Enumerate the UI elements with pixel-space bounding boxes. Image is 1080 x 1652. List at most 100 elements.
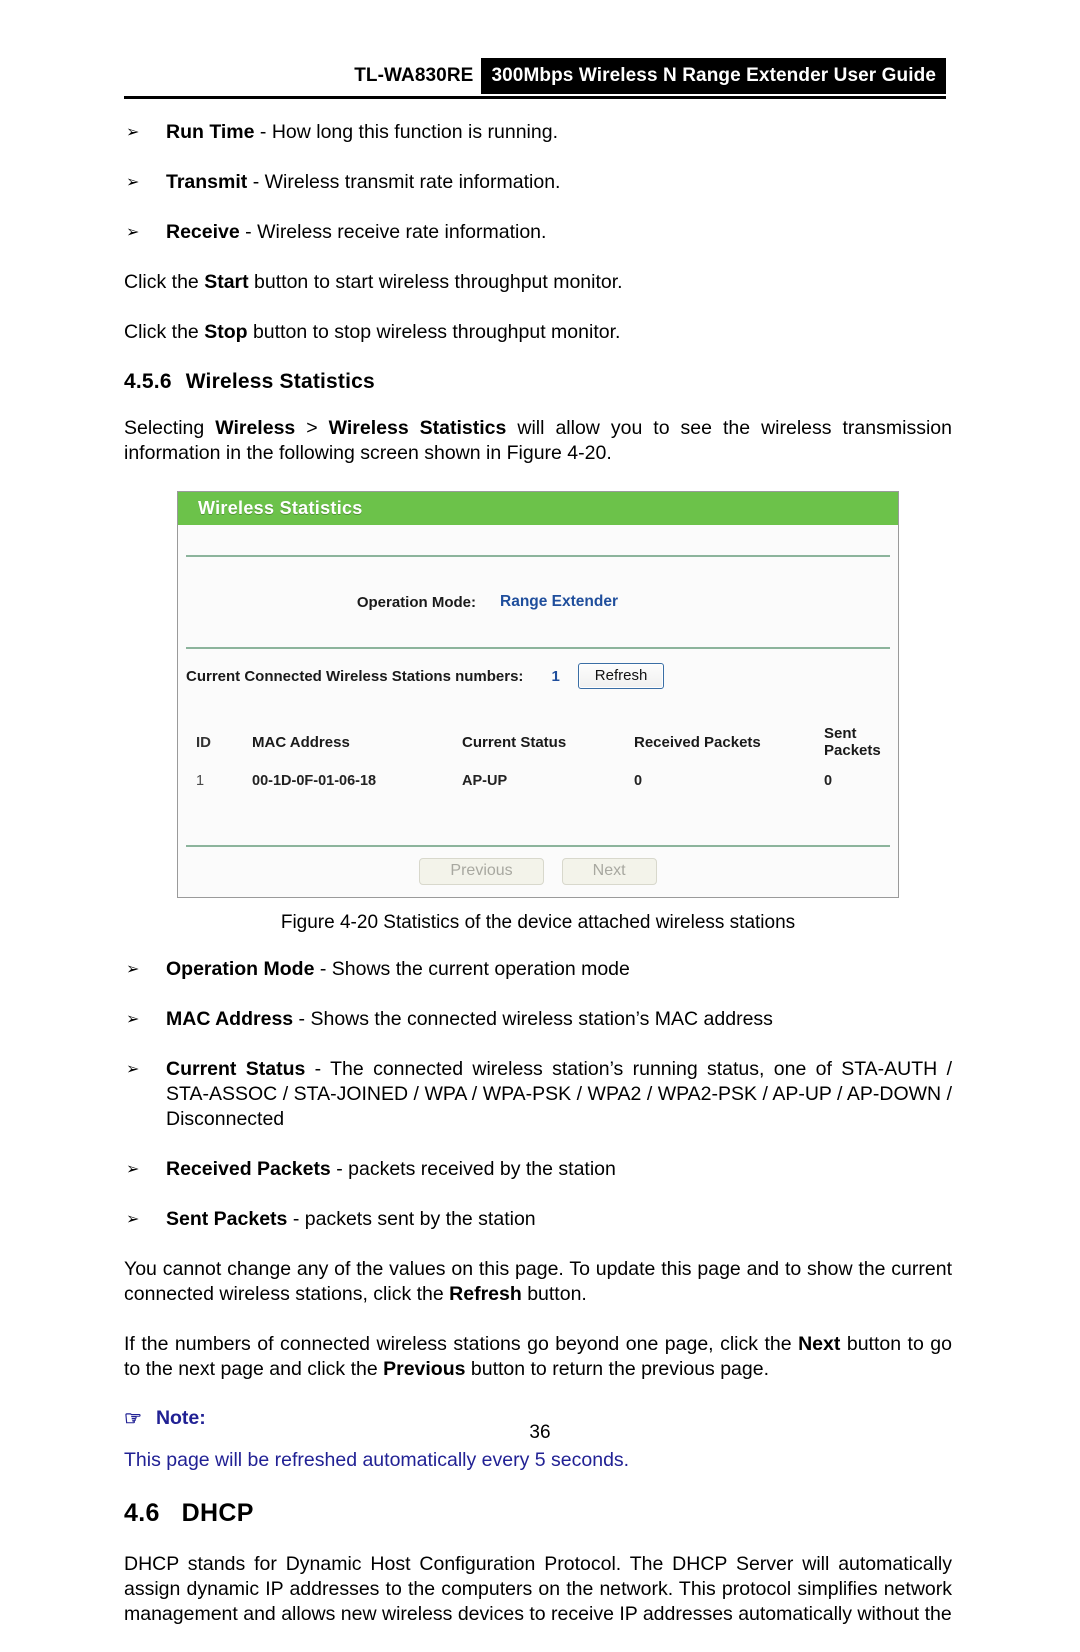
- list-item-term: Run Time: [166, 121, 255, 143]
- connected-stations-count: 1: [551, 667, 560, 685]
- operation-mode-row: Operation Mode: Range Extender: [178, 557, 898, 647]
- column-header-received-packets: Received Packets: [634, 733, 761, 751]
- menu-wireless: Wireless: [215, 417, 296, 439]
- list-item: ➢ Receive - Wireless receive rate inform…: [124, 220, 952, 245]
- text: Selecting: [124, 417, 216, 439]
- list-item-term: Current Status: [166, 1058, 306, 1080]
- column-header-sent-packets: Sent Packets: [824, 725, 881, 759]
- panel-spacer-row: [178, 525, 898, 555]
- list-item-desc: Wireless receive rate information.: [257, 221, 547, 243]
- text: Click the: [124, 321, 205, 343]
- column-header-mac-address: MAC Address: [252, 733, 350, 751]
- bullet-marker-icon: ➢: [126, 124, 140, 141]
- list-item-sep: -: [287, 1208, 305, 1230]
- refresh-instruction-paragraph: You cannot change any of the values on t…: [124, 1257, 952, 1307]
- text: button to return the previous page.: [465, 1358, 770, 1380]
- cell-sent-packets: 0: [824, 773, 833, 789]
- list-item: ➢ Received Packets - packets received by…: [124, 1157, 952, 1182]
- list-item: ➢ Current Status - The connected wireles…: [124, 1057, 952, 1132]
- text: Click the: [124, 271, 205, 293]
- wireless-stations-table: ID MAC Address Current Status Received P…: [178, 721, 898, 845]
- next-button[interactable]: Next: [561, 858, 657, 885]
- header-model-name: TL-WA830RE: [354, 65, 474, 86]
- document-header: TL-WA830RE 300Mbps Wireless N Range Exte…: [124, 58, 946, 94]
- dhcp-paragraph: DHCP stands for Dynamic Host Configurati…: [124, 1553, 952, 1625]
- bullet-marker-icon: ➢: [126, 1161, 140, 1178]
- pagination-footer: Previous Next: [178, 847, 898, 897]
- connected-stations-row: Current Connected Wireless Stations numb…: [178, 649, 898, 699]
- list-item-term: Received Packets: [166, 1158, 331, 1180]
- list-item-text: Sent Packets - packets sent by the stati…: [166, 1207, 952, 1232]
- list-item-sep: -: [239, 221, 258, 243]
- list-item-term: Receive: [166, 221, 240, 243]
- list-item-text: Receive - Wireless receive rate informat…: [166, 220, 952, 245]
- refresh-button[interactable]: Refresh: [577, 663, 665, 689]
- panel-title-bar: Wireless Statistics: [178, 492, 898, 525]
- list-item-sep: -: [247, 171, 265, 193]
- stop-button-paragraph: Click the Stop button to stop wireless t…: [124, 320, 952, 345]
- page-number: 36: [529, 1422, 551, 1443]
- list-item-desc: Shows the current operation mode: [331, 958, 630, 980]
- list-item-text: Received Packets - packets received by t…: [166, 1157, 952, 1182]
- operation-mode-value: Range Extender: [500, 593, 619, 610]
- table-row: 1 00-1D-0F-01-06-18 AP-UP 0 0: [178, 773, 898, 795]
- cell-current-status: AP-UP: [462, 773, 508, 789]
- next-keyword: Next: [798, 1333, 841, 1355]
- column-header-id: ID: [196, 733, 211, 751]
- list-item-desc: How long this function is running.: [271, 121, 558, 143]
- refresh-keyword: Refresh: [449, 1283, 522, 1305]
- list-item-term: Sent Packets: [166, 1208, 288, 1230]
- connected-stations-label: Current Connected Wireless Stations numb…: [186, 667, 524, 685]
- bullet-marker-icon: ➢: [126, 224, 140, 241]
- figure-caption: Figure 4-20 Statistics of the device att…: [280, 912, 796, 933]
- previous-keyword: Previous: [383, 1358, 466, 1380]
- note-text: This page will be refreshed automaticall…: [124, 1449, 630, 1471]
- cell-mac-address: 00-1D-0F-01-06-18: [252, 773, 377, 789]
- list-item-text: Current Status - The connected wireless …: [166, 1057, 952, 1132]
- list-item-term: Operation Mode: [166, 958, 315, 980]
- list-item: ➢ Run Time - How long this function is r…: [124, 120, 952, 145]
- stop-keyword: Stop: [204, 321, 248, 343]
- section-heading-4-5-6: 4.5.6 Wireless Statistics: [124, 370, 952, 394]
- start-button-paragraph: Click the Start button to start wireless…: [124, 270, 952, 295]
- list-item: ➢ Sent Packets - packets sent by the sta…: [124, 1207, 952, 1232]
- column-header-current-status: Current Status: [462, 733, 567, 751]
- section-heading-4-6: 4.6 DHCP: [124, 1499, 952, 1528]
- list-item-text: Transmit - Wireless transmit rate inform…: [166, 170, 952, 195]
- text: button to start wireless throughput moni…: [248, 271, 623, 293]
- previous-button[interactable]: Previous: [419, 858, 544, 885]
- menu-wireless-statistics: Wireless Statistics: [328, 417, 507, 439]
- section-intro-paragraph: Selecting Wireless > Wireless Statistics…: [124, 416, 952, 466]
- cell-received-packets: 0: [634, 773, 643, 789]
- section-number: 4.5.6: [124, 370, 172, 393]
- text: button to stop wireless throughput monit…: [247, 321, 621, 343]
- text: If the numbers of connected wireless sta…: [124, 1333, 799, 1355]
- list-item-desc: packets sent by the station: [304, 1208, 536, 1230]
- section-title: DHCP: [181, 1499, 254, 1527]
- list-item-sep: -: [254, 121, 272, 143]
- list-item-desc: packets received by the station: [348, 1158, 616, 1180]
- list-item-text: MAC Address - Shows the connected wirele…: [166, 1007, 952, 1032]
- table-spacer-row: [178, 795, 898, 845]
- start-keyword: Start: [204, 271, 249, 293]
- router-ui-panel: Wireless Statistics Operation Mode: Rang…: [177, 491, 899, 898]
- list-item-sep: -: [314, 958, 332, 980]
- header-rule: [124, 96, 946, 99]
- section-number: 4.6: [124, 1499, 160, 1527]
- bullet-marker-icon: ➢: [126, 1061, 140, 1078]
- pagination-instruction-paragraph: If the numbers of connected wireless sta…: [124, 1332, 952, 1382]
- cell-id: 1: [196, 773, 205, 789]
- text: >: [295, 417, 329, 439]
- operation-mode-label: Operation Mode:: [356, 593, 476, 611]
- list-item-term: Transmit: [166, 171, 248, 193]
- bullet-marker-icon: ➢: [126, 961, 140, 978]
- list-item-sep: -: [330, 1158, 349, 1180]
- list-item: ➢ Transmit - Wireless transmit rate info…: [124, 170, 952, 195]
- table-header-row: ID MAC Address Current Status Received P…: [178, 721, 898, 773]
- table-spacer-cell: [178, 795, 898, 845]
- list-item-sep: -: [293, 1008, 311, 1030]
- bullet-marker-icon: ➢: [126, 1011, 140, 1028]
- list-item-desc: Shows the connected wireless station’s M…: [310, 1008, 773, 1030]
- list-item-sep: -: [305, 1058, 331, 1080]
- bullet-marker-icon: ➢: [126, 1211, 140, 1228]
